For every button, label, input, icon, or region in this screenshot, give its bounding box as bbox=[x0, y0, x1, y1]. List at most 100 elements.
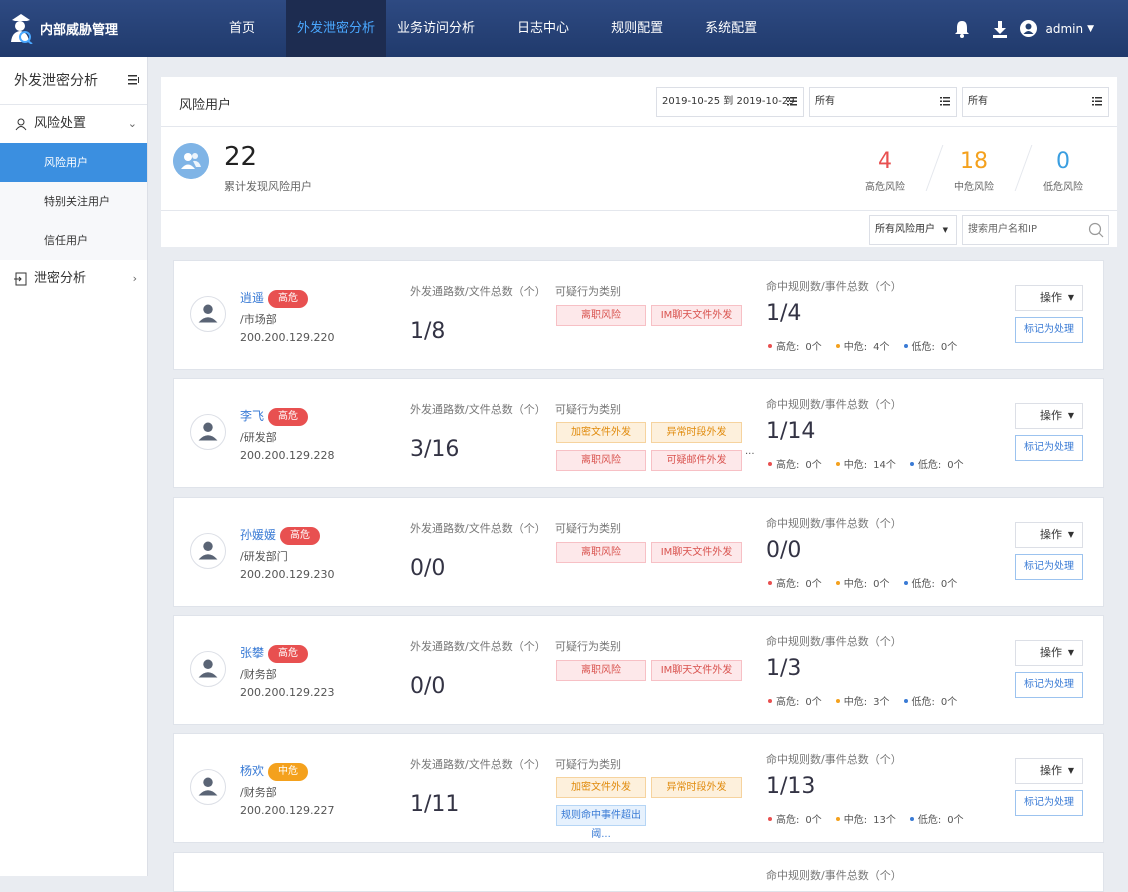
operation-dropdown-button[interactable]: 操作 ▼ bbox=[1015, 758, 1083, 784]
user-avatar-icon bbox=[190, 533, 226, 569]
low-count: 低危: 0个 bbox=[903, 338, 957, 353]
top-tools: admin ▼ bbox=[932, 0, 1094, 57]
caret-down-icon: ▼ bbox=[1067, 530, 1074, 539]
mid-count: 中危: 13个 bbox=[835, 811, 896, 826]
mark-handled-button[interactable]: 标记为处理 bbox=[1015, 317, 1083, 343]
operation-dropdown-button[interactable]: 操作 ▼ bbox=[1015, 403, 1083, 429]
rules-label: 命中规则数/事件总数（个） bbox=[766, 398, 902, 411]
sidebar-item-special-users[interactable]: 特别关注用户 bbox=[0, 182, 147, 221]
user-avatar-icon bbox=[190, 296, 226, 332]
behavior-tag: 可疑邮件外发 bbox=[651, 450, 742, 471]
mid-count: 中危: 14个 bbox=[835, 456, 896, 471]
high-risk-stat[interactable]: 4 高危风险 bbox=[855, 149, 915, 193]
event-level-counts: 高危: 0个 中危: 14个 低危: 0个 bbox=[768, 456, 978, 471]
chevron-down-icon: ⌄ bbox=[127, 117, 137, 130]
event-level-counts: 高危: 0个 中危: 0个 低危: 0个 bbox=[768, 575, 971, 590]
blue-dot-icon bbox=[909, 461, 914, 466]
user-type-value: 所有风险用户 bbox=[875, 224, 935, 235]
behavior-tag: 异常时段外发 bbox=[651, 422, 742, 443]
user-name[interactable]: 张攀 高危 bbox=[240, 644, 309, 663]
date-range-picker[interactable]: 2019-10-25 到 2019-10-29 bbox=[656, 87, 804, 117]
sidebar-group-risk-handling[interactable]: 风险处置 ⌄ bbox=[0, 105, 147, 143]
red-dot-icon bbox=[768, 343, 772, 348]
low-count: 低危: 0个 bbox=[903, 693, 957, 708]
user-name[interactable]: 杨欢 中危 bbox=[240, 762, 309, 781]
rules-value: 1/14 bbox=[766, 419, 816, 444]
mark-handled-button[interactable]: 标记为处理 bbox=[1015, 790, 1083, 816]
user-name-text[interactable]: 逍遥 bbox=[240, 291, 264, 305]
sidebar-item-trusted-users[interactable]: 信任用户 bbox=[0, 221, 147, 260]
mark-handled-button[interactable]: 标记为处理 bbox=[1015, 554, 1083, 580]
user-name[interactable]: 李飞 高危 bbox=[240, 407, 309, 426]
collapse-menu-icon[interactable] bbox=[128, 74, 139, 86]
low-risk-stat[interactable]: 0 低危风险 bbox=[1033, 149, 1093, 193]
mid-label: 中危: bbox=[843, 815, 868, 826]
filter-2-value: 所有 bbox=[968, 96, 988, 107]
search-input[interactable]: 搜索用户名和IP bbox=[962, 215, 1109, 245]
user-menu[interactable]: admin ▼ bbox=[1020, 20, 1094, 37]
behavior-tag: 加密文件外发 bbox=[556, 422, 646, 443]
high-count: 高危: 0个 bbox=[768, 338, 822, 353]
nav-business-access[interactable]: 业务访问分析 bbox=[386, 0, 486, 57]
behavior-tag: 离职风险 bbox=[556, 450, 646, 471]
app-logo[interactable]: 内部威胁管理 bbox=[8, 12, 118, 44]
rules-label: 命中规则数/事件总数（个） bbox=[766, 869, 902, 882]
nav-system-config[interactable]: 系统配置 bbox=[694, 0, 768, 57]
mid-risk-stat[interactable]: 18 中危风险 bbox=[944, 149, 1004, 193]
user-name-text[interactable]: 张攀 bbox=[240, 646, 264, 660]
operation-dropdown-button[interactable]: 操作 ▼ bbox=[1015, 522, 1083, 548]
user-name[interactable]: 孙媛媛 高危 bbox=[240, 526, 321, 545]
operation-label: 操作 bbox=[1040, 646, 1062, 659]
user-name[interactable]: 逍遥 高危 bbox=[240, 289, 309, 308]
user-name-text[interactable]: 孙媛媛 bbox=[240, 528, 276, 542]
search-icon[interactable] bbox=[1088, 222, 1104, 238]
user-name-text[interactable]: 杨欢 bbox=[240, 764, 264, 778]
nav-home[interactable]: 首页 bbox=[218, 0, 266, 57]
user-name-text[interactable]: 李飞 bbox=[240, 409, 264, 423]
list-icon bbox=[787, 97, 797, 106]
total-risk-users-label: 累计发现风险用户 bbox=[224, 180, 312, 193]
bell-icon[interactable] bbox=[954, 20, 970, 38]
mark-handled-button[interactable]: 标记为处理 bbox=[1015, 672, 1083, 698]
behavior-tag: 离职风险 bbox=[556, 660, 646, 681]
mark-handled-button[interactable]: 标记为处理 bbox=[1015, 435, 1083, 461]
high-value: 0个 bbox=[805, 342, 822, 353]
download-icon[interactable] bbox=[992, 20, 1008, 38]
risk-level-badge: 中危 bbox=[268, 762, 309, 781]
mid-value: 14个 bbox=[873, 460, 896, 471]
user-type-select[interactable]: 所有风险用户 ▼ bbox=[869, 215, 957, 245]
caret-down-icon: ▼ bbox=[1067, 293, 1074, 302]
more-tags-ellipsis[interactable]: ··· bbox=[745, 449, 755, 460]
operation-dropdown-button[interactable]: 操作 ▼ bbox=[1015, 285, 1083, 311]
behavior-tag: 规则命中事件超出阈... bbox=[556, 805, 646, 840]
red-dot-icon bbox=[768, 816, 772, 821]
behavior-tag: 加密文件外发 bbox=[556, 777, 646, 798]
rules-value: 1/13 bbox=[766, 774, 816, 799]
behaviors-label: 可疑行为类别 bbox=[555, 285, 621, 298]
user-ip: 200.200.129.220 bbox=[240, 331, 335, 344]
total-risk-users: 22 bbox=[224, 142, 258, 172]
operation-dropdown-button[interactable]: 操作 ▼ bbox=[1015, 640, 1083, 666]
mid-risk-count: 18 bbox=[960, 149, 988, 174]
high-value: 0个 bbox=[805, 460, 822, 471]
filter-select-1[interactable]: 所有 bbox=[809, 87, 957, 117]
rules-value: 1/4 bbox=[766, 301, 802, 326]
nav-log-center[interactable]: 日志中心 bbox=[506, 0, 580, 57]
nav-leak-analysis[interactable]: 外发泄密分析 bbox=[286, 0, 387, 57]
high-value: 0个 bbox=[805, 697, 822, 708]
low-count: 低危: 0个 bbox=[909, 456, 964, 471]
red-dot-icon bbox=[768, 698, 772, 703]
spy-logo-icon bbox=[11, 14, 33, 44]
user-ip: 200.200.129.223 bbox=[240, 686, 335, 699]
user-ip: 200.200.129.227 bbox=[240, 804, 335, 817]
low-risk-label: 低危风险 bbox=[1043, 182, 1083, 193]
channels-value: 0/0 bbox=[410, 674, 446, 699]
blue-dot-icon bbox=[909, 816, 914, 821]
sidebar-item-risk-users[interactable]: 风险用户 bbox=[0, 143, 147, 182]
high-count: 高危: 0个 bbox=[768, 456, 822, 471]
behavior-tag: 离职风险 bbox=[556, 305, 646, 326]
filter-select-2[interactable]: 所有 bbox=[962, 87, 1109, 117]
chevron-right-icon: › bbox=[132, 272, 137, 285]
nav-rule-config[interactable]: 规则配置 bbox=[600, 0, 674, 57]
sidebar-group-leak-analysis[interactable]: 泄密分析 › bbox=[0, 260, 147, 298]
